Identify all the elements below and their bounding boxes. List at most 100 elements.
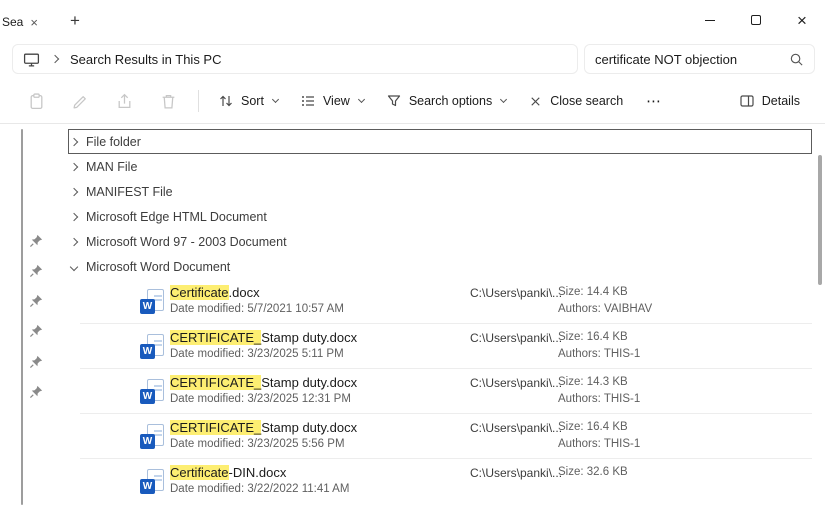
command-toolbar: Sort View Search options Close search ⋯ xyxy=(0,79,825,124)
minimize-icon xyxy=(705,20,715,21)
details-pane-icon xyxy=(739,93,755,109)
tab-close-icon[interactable]: × xyxy=(30,16,38,29)
group-label: Microsoft Edge HTML Document xyxy=(86,210,267,224)
minimize-button[interactable] xyxy=(687,0,733,40)
search-options-icon xyxy=(386,93,402,109)
content-area: File folder MAN File MANIFEST File Micro… xyxy=(0,125,825,505)
chevron-down-icon xyxy=(70,262,78,270)
navigation-pane xyxy=(0,125,52,505)
file-path: C:\Users\panki\... xyxy=(470,421,562,435)
file-authors: Authors: THIS-1 xyxy=(558,393,640,405)
file-date-modified: Date modified: 5/7/2021 10:57 AM xyxy=(170,303,344,315)
titlebar: Sea × + × xyxy=(0,0,825,40)
file-size: Size: 14.4 KB xyxy=(558,286,628,298)
search-input[interactable] xyxy=(595,52,781,67)
highlighted-match: CERTIFICATE_ xyxy=(170,420,261,435)
details-pane-button[interactable]: Details xyxy=(728,85,811,117)
sidebar-pinned-item[interactable] xyxy=(29,323,44,338)
group-label: Microsoft Word 97 - 2003 Document xyxy=(86,235,287,249)
sidebar-pinned-item[interactable] xyxy=(29,384,44,399)
vertical-scrollbar-thumb[interactable] xyxy=(818,155,822,285)
file-date-modified: Date modified: 3/23/2025 5:56 PM xyxy=(170,438,345,450)
group-header-word-97-2003-document[interactable]: Microsoft Word 97 - 2003 Document xyxy=(68,229,812,254)
word-file-icon: W xyxy=(140,289,164,315)
file-date-modified: Date modified: 3/23/2025 12:31 PM xyxy=(170,393,351,405)
search-box[interactable] xyxy=(584,44,815,74)
delete-button[interactable] xyxy=(146,85,190,117)
group-header-file-folder[interactable]: File folder xyxy=(68,129,812,154)
sidebar-pinned-item[interactable] xyxy=(29,293,44,308)
pin-icon xyxy=(29,354,44,369)
rename-icon xyxy=(72,93,89,110)
delete-icon xyxy=(160,93,177,110)
details-label: Details xyxy=(762,94,800,108)
search-options-button[interactable]: Search options xyxy=(375,85,517,117)
sidebar-pinned-item[interactable] xyxy=(29,354,44,369)
file-authors: Authors: THIS-1 xyxy=(558,438,640,450)
file-row[interactable]: W CERTIFICATE_Stamp duty.docx Date modif… xyxy=(60,414,812,459)
this-pc-icon xyxy=(23,51,40,68)
navigation-scrollbar[interactable] xyxy=(21,129,23,505)
address-box[interactable]: Search Results in This PC xyxy=(12,44,578,74)
group-header-word-document[interactable]: Microsoft Word Document xyxy=(68,254,812,279)
file-row[interactable]: W CERTIFICATE_Stamp duty.docx Date modif… xyxy=(60,369,812,414)
close-button[interactable]: × xyxy=(779,0,825,40)
share-button[interactable] xyxy=(102,85,146,117)
group-label: MANIFEST File xyxy=(86,185,173,199)
chevron-right-icon xyxy=(70,187,78,195)
rename-button[interactable] xyxy=(58,85,102,117)
file-row[interactable]: W Certificate.docx Date modified: 5/7/20… xyxy=(60,279,812,324)
file-date-modified: Date modified: 3/22/2022 11:41 AM xyxy=(170,483,349,495)
breadcrumb[interactable]: Search Results in This PC xyxy=(70,52,222,67)
file-authors: Authors: THIS-1 xyxy=(558,348,640,360)
new-tab-button[interactable]: + xyxy=(62,8,88,34)
search-results-list: File folder MAN File MANIFEST File Micro… xyxy=(60,125,812,505)
explorer-tab[interactable]: Sea × xyxy=(0,7,46,37)
share-icon xyxy=(116,93,133,110)
toolbar-separator xyxy=(198,90,199,112)
search-icon[interactable] xyxy=(789,52,804,67)
pin-icon xyxy=(29,384,44,399)
group-header-manifest-file[interactable]: MANIFEST File xyxy=(68,179,812,204)
file-row[interactable]: W Certificate-DIN.docx Date modified: 3/… xyxy=(60,459,812,504)
pin-icon xyxy=(29,323,44,338)
file-row[interactable]: W CERTIFICATE_Stamp duty.docx Date modif… xyxy=(60,324,812,369)
chevron-right-icon xyxy=(70,237,78,245)
word-file-icon: W xyxy=(140,334,164,360)
close-icon: × xyxy=(797,12,807,29)
sidebar-pinned-item[interactable] xyxy=(29,263,44,278)
group-label: Microsoft Word Document xyxy=(86,260,230,274)
group-header-edge-html-document[interactable]: Microsoft Edge HTML Document xyxy=(68,204,812,229)
more-options-button[interactable]: ⋯ xyxy=(634,85,674,117)
paste-icon xyxy=(28,93,45,110)
group-label: File folder xyxy=(86,135,141,149)
file-size: Size: 32.6 KB xyxy=(558,466,628,478)
sort-button[interactable]: Sort xyxy=(207,85,289,117)
highlighted-match: CERTIFICATE_ xyxy=(170,330,261,345)
group-header-man-file[interactable]: MAN File xyxy=(68,154,812,179)
view-label: View xyxy=(323,94,350,108)
breadcrumb-chevron-icon[interactable] xyxy=(51,55,59,63)
tab-title: Sea xyxy=(2,15,23,29)
paste-button[interactable] xyxy=(14,85,58,117)
group-label: MAN File xyxy=(86,160,137,174)
sort-icon xyxy=(218,93,234,109)
file-authors: Authors: VAIBHAV xyxy=(558,303,652,315)
chevron-right-icon xyxy=(70,137,78,145)
close-search-button[interactable]: Close search xyxy=(517,85,634,117)
file-path: C:\Users\panki\... xyxy=(470,466,562,480)
address-bar: Search Results in This PC xyxy=(0,42,825,76)
close-search-icon xyxy=(528,94,543,109)
chevron-down-icon xyxy=(272,96,279,103)
highlighted-match: Certificate xyxy=(170,285,229,300)
file-name: CERTIFICATE_Stamp duty.docx xyxy=(170,420,357,435)
word-file-icon: W xyxy=(140,469,164,495)
file-name: CERTIFICATE_Stamp duty.docx xyxy=(170,375,357,390)
sidebar-pinned-item[interactable] xyxy=(29,233,44,248)
chevron-right-icon xyxy=(70,162,78,170)
window-controls: × xyxy=(687,0,825,40)
maximize-button[interactable] xyxy=(733,0,779,40)
pin-icon xyxy=(29,263,44,278)
view-button[interactable]: View xyxy=(289,85,375,117)
maximize-icon xyxy=(751,15,761,25)
